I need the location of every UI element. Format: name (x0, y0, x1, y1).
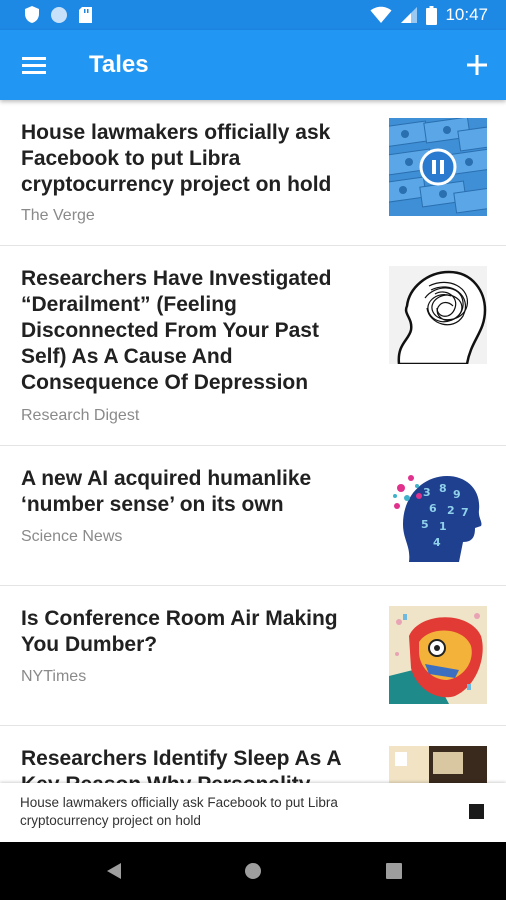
status-bar: 10:47 (0, 0, 506, 30)
stop-icon[interactable] (469, 804, 484, 819)
circle-icon (51, 6, 67, 23)
article-title: Is Conference Room Air Making You Dumber… (21, 607, 338, 656)
colorful-face-thumbnail (389, 606, 487, 704)
signal-icon (401, 7, 418, 23)
article-item[interactable]: Researchers Identify Sleep As A Key Reas… (0, 726, 506, 783)
back-icon[interactable] (106, 862, 122, 880)
scribbled-head-thumbnail (389, 266, 487, 364)
shield-icon (25, 6, 39, 23)
svg-text:1: 1 (439, 520, 447, 533)
menu-icon[interactable] (22, 52, 48, 78)
sd-card-icon (79, 6, 92, 23)
article-source: Science News (21, 528, 123, 545)
svg-text:4: 4 (433, 536, 441, 549)
article-source: NYTimes (21, 668, 87, 685)
svg-text:3: 3 (423, 486, 431, 499)
numbers-head-thumbnail: 389 627 51 4 (389, 466, 487, 564)
recents-icon[interactable] (386, 862, 402, 880)
article-item[interactable]: A new AI acquired humanlike ‘number sens… (0, 446, 506, 586)
article-title: Researchers Identify Sleep As A Key Reas… (21, 747, 341, 783)
dollar-bills-thumbnail (389, 118, 487, 216)
svg-text:9: 9 (453, 488, 461, 501)
now-playing-title: House lawmakers officially ask Facebook … (20, 795, 338, 828)
article-title: A new AI acquired humanlike ‘number sens… (21, 467, 312, 516)
svg-text:5: 5 (421, 518, 429, 531)
svg-text:8: 8 (439, 482, 447, 495)
battery-icon (426, 5, 438, 25)
article-title: House lawmakers officially ask Facebook … (21, 121, 332, 196)
article-item[interactable]: Researchers Have Investigated “Derailmen… (0, 246, 506, 446)
article-title: Researchers Have Investigated “Derailmen… (21, 267, 332, 394)
article-source: The Verge (21, 207, 95, 224)
svg-text:6: 6 (429, 502, 437, 515)
article-item[interactable]: Is Conference Room Air Making You Dumber… (0, 586, 506, 726)
home-icon[interactable] (244, 862, 262, 880)
svg-text:2: 2 (447, 504, 455, 517)
wifi-icon (370, 6, 392, 23)
now-playing-bar[interactable]: House lawmakers officially ask Facebook … (0, 783, 506, 842)
plus-icon[interactable] (466, 51, 488, 79)
article-item[interactable]: House lawmakers officially ask Facebook … (0, 100, 506, 246)
app-title: Tales (89, 51, 149, 78)
room-photo-thumbnail (389, 746, 487, 783)
clock: 10:47 (445, 5, 488, 24)
navigation-bar (0, 842, 506, 900)
app-bar: Tales (0, 30, 506, 100)
article-list: House lawmakers officially ask Facebook … (0, 100, 506, 783)
article-source: Research Digest (21, 407, 140, 424)
svg-text:7: 7 (461, 506, 469, 519)
